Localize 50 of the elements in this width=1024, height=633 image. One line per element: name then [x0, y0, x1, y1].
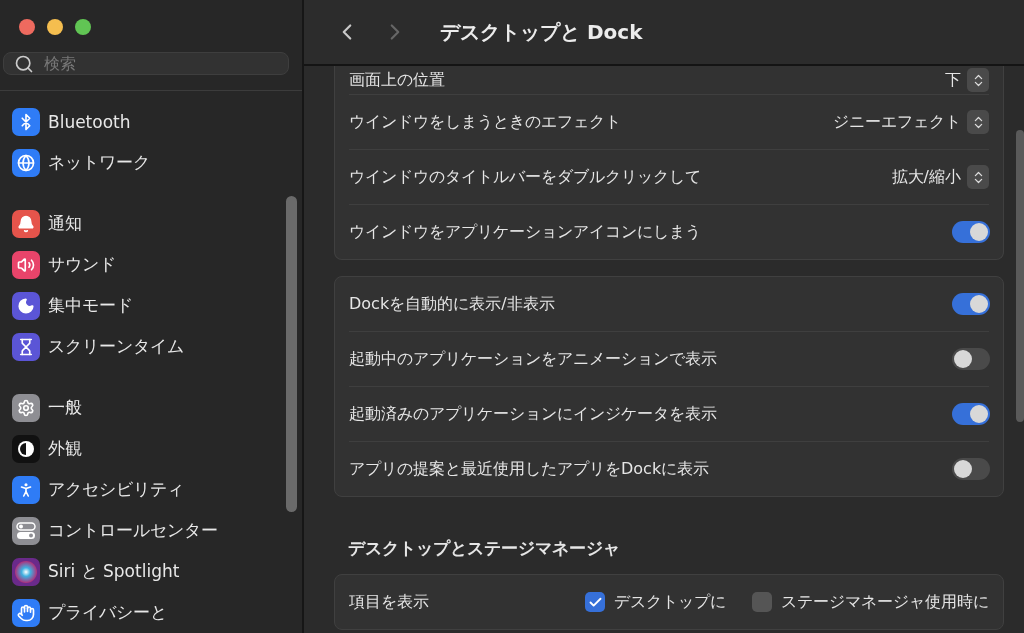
settings-icon	[17, 398, 35, 417]
setting-label: Dockを自動的に表示/非表示	[349, 293, 555, 315]
scrollbar[interactable]	[1016, 130, 1024, 422]
hourglass-icon	[17, 337, 35, 356]
setting-label: 画面上の位置	[349, 69, 445, 91]
setting-label: ウインドウをしまうときのエフェクト	[349, 111, 621, 133]
sidebar-item[interactable]: 通知	[0, 203, 302, 244]
checkbox[interactable]	[585, 592, 605, 612]
section-heading: デスクトップとステージマネージャ	[348, 537, 621, 560]
sidebar-item[interactable]: コントロールセンター	[0, 510, 302, 551]
search-field[interactable]: 検索	[3, 52, 289, 76]
setting-label: 起動済みのアプリケーションにインジケータを表示	[349, 403, 717, 425]
checkbox-label: デスクトップに	[614, 591, 726, 613]
globe-icon	[17, 153, 35, 172]
search-input[interactable]: 検索	[42, 53, 278, 75]
hand-icon	[17, 603, 35, 622]
setting-label: ウインドウをアプリケーションアイコンにしまう	[349, 221, 701, 243]
close-button[interactable]	[19, 19, 35, 35]
switches-icon	[16, 521, 36, 540]
sidebar-item[interactable]: 一般	[0, 387, 302, 428]
moon-icon	[17, 296, 35, 315]
minimize-button[interactable]	[47, 19, 63, 35]
speaker-icon	[17, 255, 35, 274]
setting-label: アプリの提案と最近使用したアプリをDockに表示	[349, 458, 710, 480]
popup-button[interactable]: 拡大/縮小	[891, 165, 989, 189]
sidebar-item[interactable]: 外観	[0, 428, 302, 469]
toggle-switch[interactable]	[952, 403, 990, 425]
sidebar-item[interactable]: 集中モード	[0, 285, 302, 326]
sidebar-item[interactable]: プライバシーと	[0, 592, 302, 633]
sidebar-item[interactable]: ネットワーク	[0, 142, 302, 183]
checkbox[interactable]	[752, 592, 772, 612]
sidebar-item[interactable]: サウンド	[0, 244, 302, 285]
setting-label: 起動中のアプリケーションをアニメーションで表示	[349, 348, 717, 370]
sidebar-item[interactable]: アクセシビリティ	[0, 469, 302, 510]
sidebar-item[interactable]: Bluetooth	[0, 101, 302, 142]
toggle-switch[interactable]	[952, 221, 990, 243]
bell-icon	[17, 214, 35, 233]
setting-label: 項目を表示	[349, 591, 429, 613]
window-title: デスクトップと Dock	[440, 18, 643, 46]
scrollbar[interactable]	[286, 196, 297, 512]
sidebar-item[interactable]: Siri と Spotlight	[0, 551, 302, 592]
search-icon	[14, 53, 34, 74]
setting-label: ウインドウのタイトルバーをダブルクリックして	[349, 166, 701, 188]
zoom-button[interactable]	[75, 19, 91, 35]
toggle-switch[interactable]	[952, 348, 990, 370]
popup-button[interactable]: ジニーエフェクト	[833, 110, 989, 134]
checkbox-label: ステージマネージャ使用時に	[781, 591, 989, 613]
toggle-switch[interactable]	[952, 293, 990, 315]
sidebar-item[interactable]: スクリーンタイム	[0, 326, 302, 367]
toggle-switch[interactable]	[952, 458, 990, 480]
